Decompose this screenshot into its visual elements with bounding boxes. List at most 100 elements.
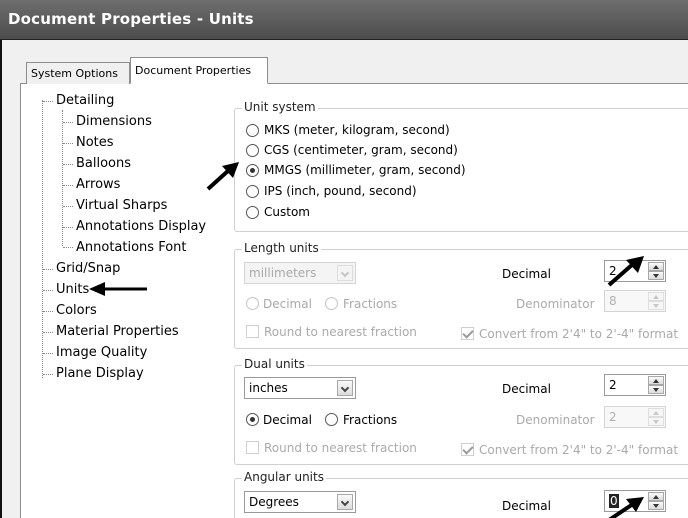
radio-cgs[interactable]: [246, 144, 259, 157]
dropdown-button: [337, 265, 353, 281]
spin-down-button[interactable]: [648, 501, 664, 510]
dropdown-button: [337, 380, 353, 396]
length-units-legend: Length units: [242, 241, 321, 255]
dual-convert-checkbox[interactable]: [461, 443, 474, 456]
length-radio-fractions[interactable]: [325, 297, 338, 310]
tree-item-virtual-sharps[interactable]: Virtual Sharps: [76, 198, 167, 214]
dual-decimal-label: Decimal: [502, 382, 551, 396]
arrow-up-icon: [653, 411, 659, 415]
tree-line: [43, 353, 53, 354]
title-bar: Document Properties - Units: [0, 0, 688, 40]
dual-radio-fractions[interactable]: [325, 413, 338, 426]
length-unit-value: millimeters: [249, 266, 317, 280]
tree-line: [63, 247, 73, 248]
tree-item-material-properties[interactable]: Material Properties: [56, 324, 179, 340]
length-denominator-spinner[interactable]: 8: [604, 290, 666, 312]
tree-line: [43, 311, 53, 312]
tree-item-plane-display[interactable]: Plane Display: [56, 366, 144, 382]
tree-item-units[interactable]: Units: [56, 282, 89, 298]
dual-decimal-spinner[interactable]: 2: [604, 374, 666, 396]
length-convert-checkbox[interactable]: [461, 327, 474, 340]
spin-down-button[interactable]: [648, 417, 664, 426]
arrow-down-icon: [653, 504, 659, 508]
tree-line: [63, 206, 73, 207]
dual-radio-decimal-label: Decimal: [263, 413, 312, 427]
pointer-arrow-icon: [89, 282, 147, 296]
length-unit-select[interactable]: millimeters: [244, 262, 356, 284]
spin-up-button[interactable]: [648, 492, 664, 501]
tree-item-dimensions[interactable]: Dimensions: [76, 114, 152, 130]
tree-line: [63, 185, 73, 186]
angular-unit-value: Degrees: [249, 495, 299, 509]
pointer-arrow-icon: [607, 256, 644, 287]
spin-down-button[interactable]: [648, 385, 664, 394]
radio-mks[interactable]: [246, 124, 259, 137]
radio-ips[interactable]: [246, 185, 259, 198]
tree-line: [43, 290, 53, 291]
spin-down-button[interactable]: [648, 271, 664, 280]
radio-mmgs[interactable]: [246, 164, 259, 177]
dual-round-label: Round to nearest fraction: [264, 441, 417, 455]
tree-line: [43, 332, 53, 333]
tree-item-annotations-font[interactable]: Annotations Font: [76, 240, 187, 256]
spin-up-button[interactable]: [648, 262, 664, 271]
spin-up-button[interactable]: [648, 292, 664, 301]
spin-up-button[interactable]: [648, 408, 664, 417]
length-denominator-value: 8: [609, 294, 617, 308]
window-title: Document Properties - Units: [8, 10, 254, 28]
tree-item-arrows[interactable]: Arrows: [76, 177, 120, 193]
length-round-checkbox[interactable]: [246, 325, 259, 338]
length-denominator-label: Denominator: [516, 297, 595, 311]
tree-line: [43, 101, 53, 102]
radio-custom[interactable]: [246, 206, 259, 219]
unit-system-legend: Unit system: [242, 100, 318, 114]
arrow-up-icon: [653, 379, 659, 383]
chevron-down-icon: [340, 268, 350, 278]
spin-down-button[interactable]: [648, 301, 664, 310]
arrow-up-icon: [653, 495, 659, 499]
length-radio-decimal[interactable]: [246, 297, 259, 310]
tree-item-notes[interactable]: Notes: [76, 135, 114, 151]
radio-custom-label: Custom: [264, 205, 310, 219]
dual-decimal-value: 2: [609, 378, 617, 392]
dual-unit-select[interactable]: inches: [244, 377, 356, 399]
tree-item-image-quality[interactable]: Image Quality: [56, 345, 147, 361]
radio-mks-label: MKS (meter, kilogram, second): [264, 123, 450, 137]
chevron-down-icon: [340, 497, 350, 507]
tree-line: [63, 143, 73, 144]
angular-units-legend: Angular units: [242, 470, 326, 484]
dual-radio-decimal[interactable]: [246, 413, 259, 426]
tree-line: [43, 269, 53, 270]
dual-denominator-value: 2: [609, 410, 617, 424]
pointer-arrow-icon: [206, 162, 239, 191]
arrow-down-icon: [653, 420, 659, 424]
spin-up-button[interactable]: [648, 376, 664, 385]
angular-decimal-label: Decimal: [502, 499, 551, 513]
tree-item-annotations-display[interactable]: Annotations Display: [76, 219, 206, 235]
dual-unit-value: inches: [249, 381, 288, 395]
tree-item-detailing[interactable]: Detailing: [56, 93, 114, 109]
tree-item-grid-snap[interactable]: Grid/Snap: [56, 261, 120, 277]
tree-line: [43, 374, 53, 375]
length-round-label: Round to nearest fraction: [264, 325, 417, 339]
tab-document-properties[interactable]: Document Properties: [130, 57, 268, 84]
arrow-down-icon: [653, 274, 659, 278]
radio-mmgs-label: MMGS (millimeter, gram, second): [264, 163, 466, 177]
tab-system-options[interactable]: System Options: [26, 62, 130, 84]
tree-item-balloons[interactable]: Balloons: [76, 156, 131, 172]
dual-convert-label: Convert from 2'4" to 2'-4" format: [479, 443, 679, 457]
arrow-up-icon: [653, 295, 659, 299]
dual-units-legend: Dual units: [242, 357, 307, 371]
length-radio-fractions-label: Fractions: [343, 297, 398, 311]
arrow-up-icon: [653, 265, 659, 269]
length-decimal-label: Decimal: [502, 267, 551, 281]
tree-line: [63, 164, 73, 165]
options-tree: Detailing Dimensions Notes Balloons Arro…: [34, 92, 214, 512]
dual-round-checkbox[interactable]: [246, 441, 259, 454]
dual-denominator-spinner[interactable]: 2: [604, 406, 666, 428]
angular-unit-select[interactable]: Degrees: [244, 491, 356, 513]
dropdown-button: [337, 494, 353, 510]
radio-cgs-label: CGS (centimeter, gram, second): [264, 143, 458, 157]
tree-item-colors[interactable]: Colors: [56, 303, 97, 319]
tree-line: [63, 227, 73, 228]
